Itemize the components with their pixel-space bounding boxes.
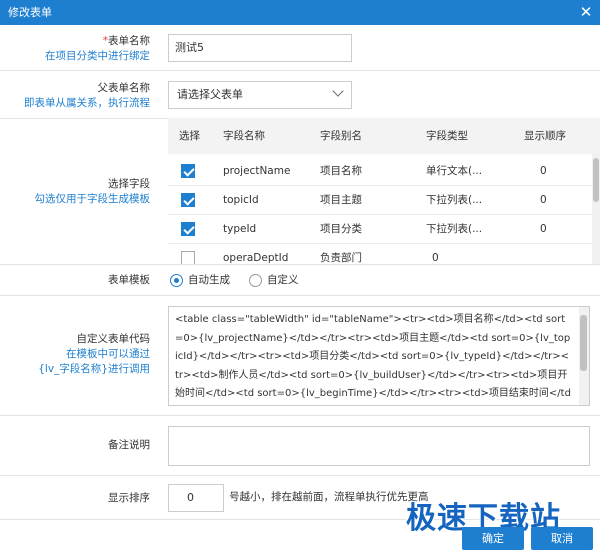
remark-label-block: 备注说明 bbox=[0, 438, 158, 453]
custom-code-value: <table class="tableWidth" id="tableName"… bbox=[175, 314, 571, 399]
field-order: 0 bbox=[540, 165, 547, 177]
custom-code-label: 自定义表单代码 bbox=[76, 333, 151, 345]
col-type: 字段类型 bbox=[426, 130, 468, 142]
sort-input[interactable]: 0 bbox=[168, 484, 224, 512]
parent-form-selected: 请选择父表单 bbox=[177, 88, 243, 101]
form-name-label-block: *表单名称 在项目分类中进行绑定 bbox=[0, 34, 158, 64]
dialog-title: 修改表单 bbox=[8, 6, 52, 19]
fields-hint: 勾选仅用于字段生成模板 bbox=[34, 193, 151, 205]
field-order: 0 bbox=[540, 223, 547, 235]
col-order: 显示顺序 bbox=[524, 130, 566, 142]
sort-label-block: 显示排序 bbox=[0, 491, 158, 506]
field-type: 下拉列表(... bbox=[426, 223, 483, 235]
field-alias: 项目名称 bbox=[320, 165, 362, 177]
parent-form-hint: 即表单从属关系，执行流程 bbox=[24, 97, 150, 109]
fields-label: 选择字段 bbox=[108, 178, 150, 190]
custom-code-hint-1: 在模板中可以通过 bbox=[66, 348, 150, 360]
cancel-button[interactable]: 取消 bbox=[531, 527, 593, 550]
fields-grid-header: 选择 字段名称 字段别名 字段类型 显示顺序 bbox=[168, 118, 600, 154]
remark-label: 备注说明 bbox=[108, 439, 150, 451]
table-row[interactable]: topicId 项目主题 下拉列表(... 0 bbox=[168, 186, 592, 215]
sort-hint: 号越小，排在越前面，流程单执行优先更高 bbox=[229, 491, 429, 503]
custom-code-textarea[interactable]: <table class="tableWidth" id="tableName"… bbox=[168, 306, 590, 406]
field-alias: 负责部门 bbox=[320, 252, 362, 264]
template-custom-radio[interactable] bbox=[249, 274, 262, 287]
code-scroll-thumb[interactable] bbox=[580, 315, 587, 371]
field-order: 0 bbox=[540, 194, 547, 206]
row-checkbox[interactable] bbox=[181, 193, 195, 207]
ok-button[interactable]: 确定 bbox=[462, 527, 524, 550]
parent-form-select[interactable]: 请选择父表单 bbox=[168, 81, 352, 109]
template-auto-label[interactable]: 自动生成 bbox=[188, 273, 230, 288]
form-name-input[interactable]: 测试5 bbox=[168, 34, 352, 62]
code-scrollbar[interactable] bbox=[579, 307, 589, 405]
template-custom-label[interactable]: 自定义 bbox=[267, 273, 299, 288]
chevron-down-icon bbox=[332, 85, 344, 97]
table-row[interactable]: operaDeptId 负责部门 0 bbox=[168, 244, 592, 264]
row-checkbox[interactable] bbox=[181, 222, 195, 236]
form-name-hint: 在项目分类中进行绑定 bbox=[45, 50, 150, 62]
field-name: operaDeptId bbox=[223, 252, 289, 264]
form-name-row: *表单名称 在项目分类中进行绑定 测试5 bbox=[0, 25, 600, 71]
field-type: 单行文本(... bbox=[426, 165, 483, 177]
parent-form-label: 父表单名称 bbox=[97, 82, 151, 94]
remark-textarea[interactable] bbox=[168, 426, 590, 466]
template-label: 表单模板 bbox=[108, 274, 150, 286]
field-alias: 项目主题 bbox=[320, 194, 362, 206]
row-checkbox[interactable] bbox=[181, 164, 195, 178]
field-type: 下拉列表(... bbox=[426, 194, 483, 206]
template-auto-radio[interactable] bbox=[170, 274, 183, 287]
fields-scroll-thumb[interactable] bbox=[593, 158, 599, 202]
custom-code-label-block: 自定义表单代码 在模板中可以通过 {lv_字段名称}进行调用 bbox=[0, 332, 158, 377]
row-checkbox[interactable] bbox=[181, 251, 195, 264]
parent-form-row: 父表单名称 即表单从属关系，执行流程 请选择父表单 bbox=[0, 71, 600, 119]
col-alias: 字段别名 bbox=[320, 130, 362, 142]
field-name: projectName bbox=[223, 165, 291, 177]
field-alias: 项目分类 bbox=[320, 223, 362, 235]
field-order: 0 bbox=[432, 252, 439, 264]
col-name: 字段名称 bbox=[223, 130, 265, 142]
template-row: 表单模板 自动生成 自定义 bbox=[0, 264, 600, 296]
sort-label: 显示排序 bbox=[108, 492, 150, 504]
close-icon[interactable]: ✕ bbox=[578, 0, 594, 25]
form-name-label: 表单名称 bbox=[108, 35, 150, 47]
dialog-titlebar: 修改表单 ✕ bbox=[0, 0, 600, 25]
table-row[interactable]: projectName 项目名称 单行文本(... 0 bbox=[168, 157, 592, 186]
col-select: 选择 bbox=[179, 130, 200, 142]
field-name: topicId bbox=[223, 194, 259, 206]
field-name: typeId bbox=[223, 223, 257, 235]
fields-label-block: 选择字段 勾选仅用于字段生成模板 bbox=[0, 177, 158, 207]
parent-form-label-block: 父表单名称 即表单从属关系，执行流程 bbox=[0, 81, 158, 111]
fields-grid: 选择 字段名称 字段别名 字段类型 显示顺序 projectName 项目名称 … bbox=[168, 118, 600, 264]
custom-code-hint-2: {lv_字段名称}进行调用 bbox=[38, 363, 150, 375]
fields-scrollbar[interactable] bbox=[592, 154, 600, 264]
template-label-block: 表单模板 bbox=[0, 273, 158, 288]
table-row[interactable]: typeId 项目分类 下拉列表(... 0 bbox=[168, 215, 592, 244]
